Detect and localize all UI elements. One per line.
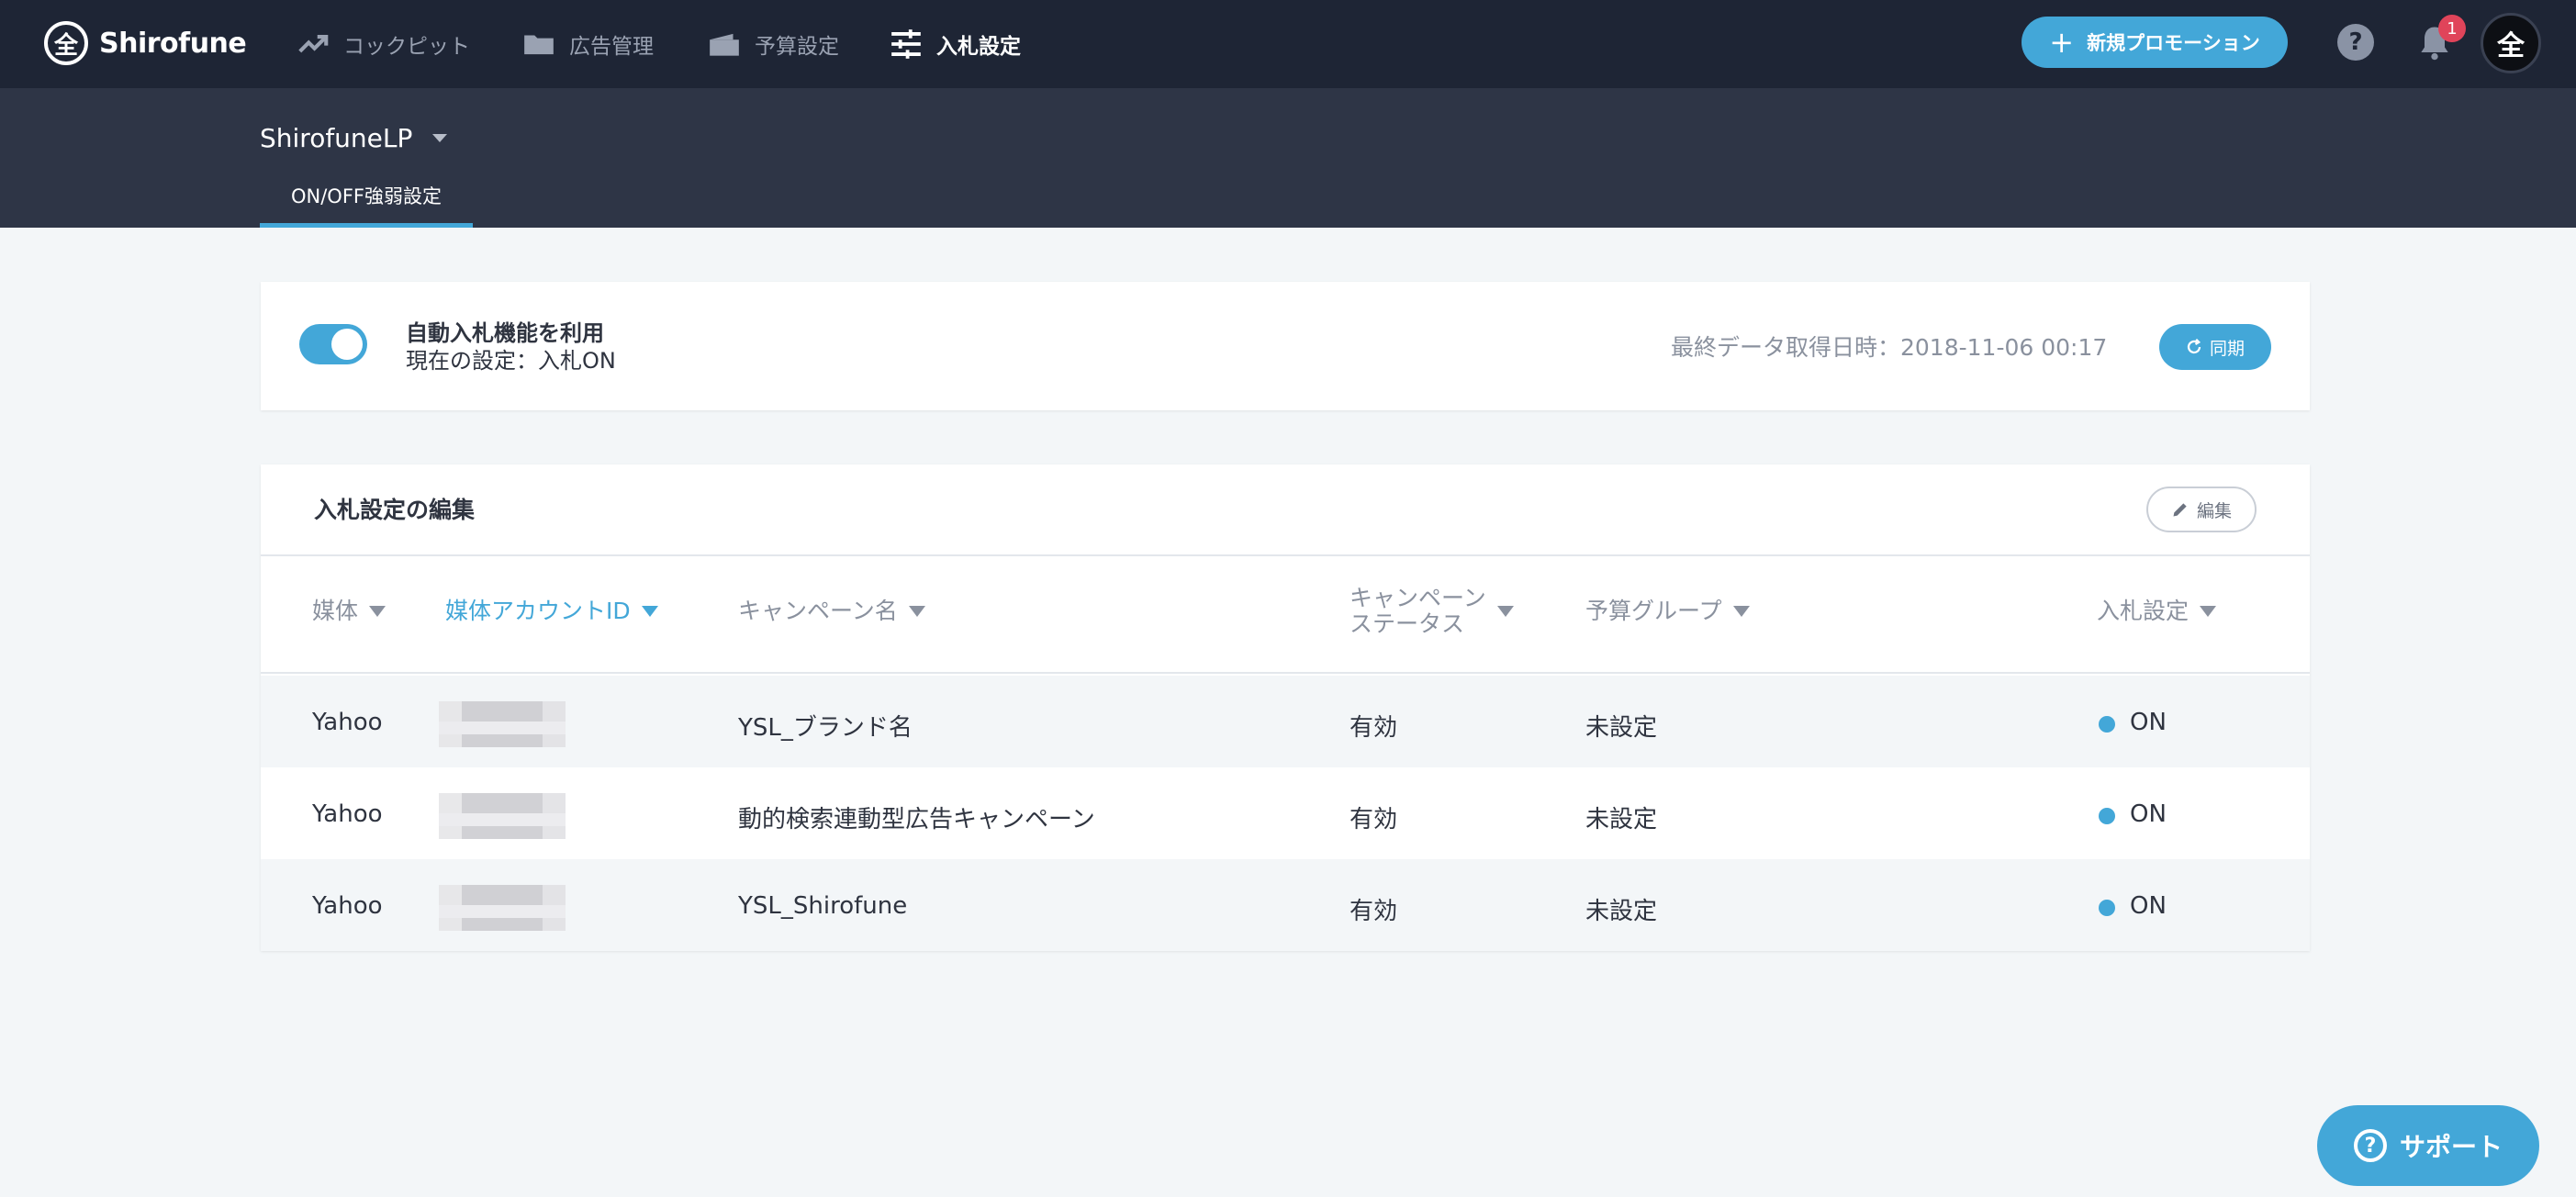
avatar[interactable]: 全 <box>2481 13 2541 73</box>
section-title: 入札設定の編集 <box>314 497 476 523</box>
account-selector[interactable]: ShirofuneLP <box>260 119 448 156</box>
support-label: サポート <box>2399 1132 2503 1162</box>
column-label: キャンペーン ステータス <box>1350 585 1486 637</box>
nav-label: コックピット <box>343 35 470 59</box>
cell-status: 有効 <box>1350 714 1398 742</box>
edit-label: 編集 <box>2196 500 2232 521</box>
nav-label: 入札設定 <box>936 35 1021 59</box>
question-icon: ? <box>2353 1129 2387 1162</box>
tab-label: ON/OFF強弱設定 <box>290 185 442 207</box>
logo-mark-icon: 全 <box>44 21 88 65</box>
cell-bid: ON <box>2130 709 2167 736</box>
cell-campaign: YSL_ブランド名 <box>738 714 913 742</box>
table-row[interactable]: Yahoo YSL_Shirofune 有効 未設定 ON <box>261 859 2310 951</box>
sliders-icon <box>891 29 921 59</box>
column-budget-group[interactable]: 予算グループ <box>1585 598 1750 624</box>
status-dot-icon <box>2099 808 2115 824</box>
nav-item-bid-settings[interactable]: 入札設定 <box>889 24 1021 64</box>
support-button[interactable]: ? サポート <box>2317 1105 2539 1186</box>
nav-item-ad-management[interactable]: 広告管理 <box>521 24 654 64</box>
column-label: 媒体 <box>312 598 359 624</box>
last-fetch-timestamp: 最終データ取得日時：2018-11-06 00:17 <box>1671 334 2108 361</box>
cell-campaign: YSL_Shirofune <box>738 892 908 920</box>
notification-badge: 1 <box>2438 15 2466 42</box>
cell-media: Yahoo <box>312 800 383 828</box>
table-row[interactable]: Yahoo YSL_ブランド名 有効 未設定 ON <box>261 676 2310 767</box>
column-account-id[interactable]: 媒体アカウントID <box>445 598 658 624</box>
help-icon[interactable]: ? <box>2337 24 2374 61</box>
plus-icon: + <box>2049 25 2075 60</box>
cell-budget-group: 未設定 <box>1585 898 1658 925</box>
new-promotion-label: 新規プロモーション <box>2087 32 2260 54</box>
sync-button[interactable]: 同期 <box>2159 324 2271 370</box>
cell-budget-group: 未設定 <box>1585 714 1658 742</box>
filter-icon <box>908 605 925 617</box>
auto-bid-card: 自動入札機能を利用 現在の設定：入札ON 最終データ取得日時：2018-11-0… <box>261 282 2310 410</box>
nav-item-budget[interactable]: 予算設定 <box>707 24 839 64</box>
pencil-icon <box>2173 503 2187 517</box>
filter-icon <box>369 605 386 617</box>
status-dot-icon <box>2099 716 2115 733</box>
cell-campaign: 動的検索連動型広告キャンペーン <box>738 806 1095 833</box>
trend-icon <box>298 35 329 53</box>
column-bid-setting[interactable]: 入札設定 <box>2097 598 2217 624</box>
redacted-account-id <box>439 793 566 839</box>
redacted-account-id <box>439 701 566 747</box>
filter-icon <box>1496 605 1514 617</box>
filter-icon <box>641 605 658 617</box>
toggle-knob <box>331 329 363 360</box>
tab-on-off-strength-settings[interactable]: ON/OFF強弱設定 <box>260 174 473 228</box>
edit-button[interactable]: 編集 <box>2146 487 2257 532</box>
cell-status: 有効 <box>1350 898 1398 925</box>
filter-icon <box>1732 605 1750 617</box>
column-media[interactable]: 媒体 <box>312 598 386 624</box>
bid-settings-card: 入札設定の編集 編集 媒体 媒体アカウントID キャンペーン名 キャンペーン ス… <box>261 464 2310 951</box>
filter-icon <box>2200 605 2217 617</box>
nav-label: 広告管理 <box>569 35 654 59</box>
cell-media: Yahoo <box>312 709 383 736</box>
wallet-icon <box>710 33 739 56</box>
column-label: 予算グループ <box>1585 598 1722 624</box>
redacted-account-id <box>439 885 566 931</box>
cell-media: Yahoo <box>312 892 383 920</box>
refresh-icon <box>2187 339 2201 354</box>
column-campaign-status[interactable]: キャンペーン ステータス <box>1350 586 1514 636</box>
cell-status: 有効 <box>1350 806 1398 833</box>
auto-bid-status: 現在の設定：入札ON <box>406 348 616 374</box>
account-name: ShirofuneLP <box>260 122 413 153</box>
table-row[interactable]: Yahoo 動的検索連動型広告キャンペーン 有効 未設定 ON <box>261 767 2310 859</box>
sync-label: 同期 <box>2209 338 2245 359</box>
status-dot-icon <box>2099 900 2115 916</box>
auto-bid-toggle[interactable] <box>299 324 367 364</box>
cell-budget-group: 未設定 <box>1585 806 1658 833</box>
nav-label: 予算設定 <box>755 35 839 59</box>
column-label: 媒体アカウントID <box>445 598 631 624</box>
cell-bid: ON <box>2130 892 2167 920</box>
new-promotion-button[interactable]: + 新規プロモーション <box>2022 17 2288 68</box>
folder-icon <box>524 35 554 55</box>
table-header: 媒体 媒体アカウントID キャンペーン名 キャンペーン ステータス 予算グループ… <box>261 556 2310 674</box>
brand-name: Shirofune <box>99 27 247 60</box>
caret-down-icon <box>432 133 448 142</box>
nav-item-cockpit[interactable]: コックピット <box>296 24 470 64</box>
top-navigation-bar: 全 Shirofune コックピット 広告管理 予算設定 入札設定 + 新規プロ… <box>0 0 2576 88</box>
column-label: 入札設定 <box>2097 598 2190 624</box>
column-label: キャンペーン名 <box>738 598 898 624</box>
column-campaign-name[interactable]: キャンペーン名 <box>738 598 925 624</box>
brand-logo[interactable]: 全 Shirofune <box>44 20 247 66</box>
cell-bid: ON <box>2130 800 2167 828</box>
